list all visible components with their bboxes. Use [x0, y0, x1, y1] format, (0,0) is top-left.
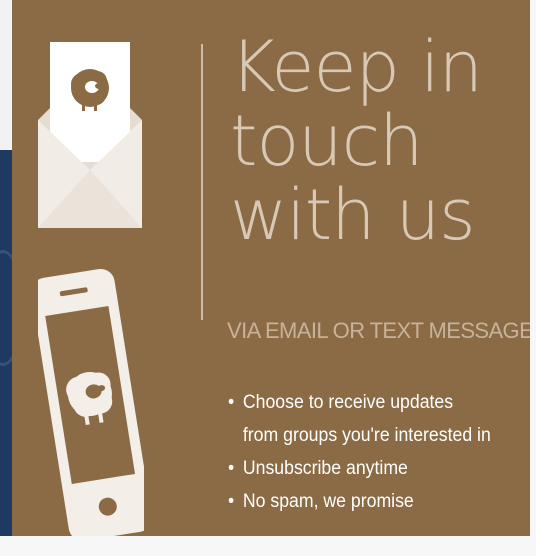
list-item-text: Choose to receive updates [242, 392, 454, 413]
bottom-band [0, 536, 536, 556]
headline-line-2: touch [230, 100, 424, 182]
headline-line-1: Keep in [230, 26, 483, 108]
list-item-text: Unsubscribe anytime [242, 458, 408, 479]
list-item-text-continued: from groups you're interested in [242, 425, 491, 446]
list-item: • Choose to receive updates from groups … [228, 386, 521, 452]
promo-card: Keep in touch with us VIA EMAIL OR TEXT … [12, 0, 536, 541]
envelope-icon [38, 42, 142, 228]
smartphone-icon [38, 268, 144, 541]
bullet-icon: • [228, 392, 235, 413]
subheading: VIA EMAIL OR TEXT MESSAGE [227, 318, 534, 343]
list-item-text: No spam, we promise [242, 491, 414, 512]
benefits-list: • Choose to receive updates from groups … [228, 386, 536, 518]
headline-line-3: with us [230, 174, 476, 256]
newsletter-banner: Keep in touch with us VIA EMAIL OR TEXT … [0, 0, 536, 556]
bullet-icon: • [228, 491, 235, 512]
bullet-icon: • [228, 458, 235, 479]
list-item: • Unsubscribe anytime [228, 452, 521, 485]
right-edge [530, 0, 536, 556]
headline: Keep in touch with us [230, 30, 530, 252]
left-background-strip [0, 0, 24, 556]
vertical-divider [201, 44, 203, 320]
list-item: • No spam, we promise [228, 485, 521, 518]
